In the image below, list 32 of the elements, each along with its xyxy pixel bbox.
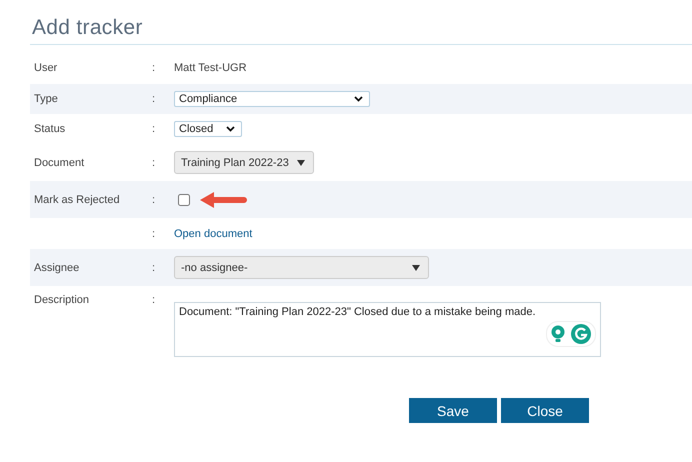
colon: : xyxy=(152,262,156,274)
caret-down-icon xyxy=(296,160,305,166)
colon: : xyxy=(152,228,156,240)
rejected-checkbox[interactable] xyxy=(178,194,190,206)
field-label: Status xyxy=(34,123,66,135)
select-field[interactable]: Compliance xyxy=(174,91,370,107)
field-label: Mark as Rejected xyxy=(34,194,121,206)
chevron-down-icon xyxy=(354,96,363,102)
description-field[interactable]: Document: "Training Plan 2022-23" Closed due to a mistake being made. xyxy=(174,302,601,357)
user-value: Matt Test-UGR xyxy=(174,62,247,74)
field-label: Type xyxy=(34,93,59,105)
colon: : xyxy=(152,93,156,105)
select-field[interactable]: Closed xyxy=(174,121,242,137)
dropdown-button[interactable]: -no assignee- xyxy=(174,256,429,279)
colon: : xyxy=(152,123,156,135)
field-label: Document xyxy=(34,156,86,168)
colon: : xyxy=(152,194,156,206)
page-title: Add tracker xyxy=(32,16,144,41)
lightbulb-icon xyxy=(551,325,565,343)
field-label: Assignee xyxy=(34,262,80,274)
dropdown-button[interactable]: Training Plan 2022-23 xyxy=(174,151,314,174)
colon: : xyxy=(152,156,156,168)
field-label: Description xyxy=(34,294,90,306)
close-button[interactable]: Close xyxy=(501,398,589,423)
chevron-down-icon xyxy=(226,126,235,132)
open-document-link[interactable]: Open document xyxy=(174,228,252,240)
colon: : xyxy=(152,294,156,306)
field-label: User xyxy=(34,62,58,74)
colon: : xyxy=(152,62,156,74)
g-logo-icon xyxy=(571,324,591,344)
caret-down-icon xyxy=(412,264,420,270)
save-button[interactable]: Save xyxy=(409,398,497,423)
